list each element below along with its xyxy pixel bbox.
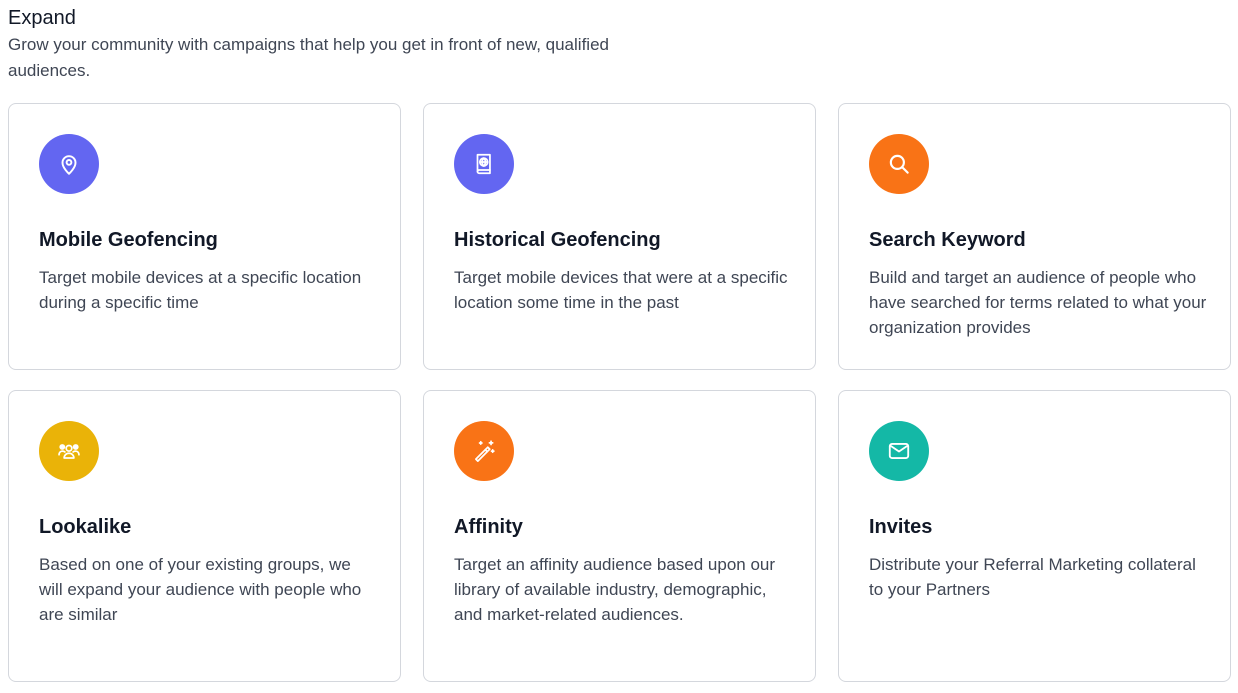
section-header: Expand Grow your community with campaign… bbox=[8, 4, 648, 84]
card-description: Build and target an audience of people w… bbox=[869, 268, 1207, 337]
card-description: Distribute your Referral Marketing colla… bbox=[869, 555, 1196, 599]
section-title: Expand bbox=[8, 7, 76, 29]
card-title: Search Keyword bbox=[869, 229, 1026, 251]
magic-wand-icon bbox=[454, 421, 514, 481]
envelope-icon bbox=[869, 421, 929, 481]
campaign-card-historical-geofencing[interactable]: Historical Geofencing Target mobile devi… bbox=[423, 103, 816, 370]
card-title: Historical Geofencing bbox=[454, 229, 661, 251]
campaign-card-mobile-geofencing[interactable]: Mobile Geofencing Target mobile devices … bbox=[8, 103, 401, 370]
campaign-card-lookalike[interactable]: Lookalike Based on one of your existing … bbox=[8, 390, 401, 682]
users-group-icon bbox=[39, 421, 99, 481]
card-title: Affinity bbox=[454, 516, 523, 538]
card-description: Target an affinity audience based upon o… bbox=[454, 555, 776, 624]
campaign-card-invites[interactable]: Invites Distribute your Referral Marketi… bbox=[838, 390, 1231, 682]
section-subtitle: Grow your community with campaigns that … bbox=[8, 35, 609, 80]
card-description: Based on one of your existing groups, we… bbox=[39, 555, 362, 624]
card-title: Mobile Geofencing bbox=[39, 229, 218, 251]
card-title: Invites bbox=[869, 516, 933, 538]
search-icon bbox=[869, 134, 929, 194]
card-description: Target mobile devices that were at a spe… bbox=[454, 268, 788, 312]
campaign-card-affinity[interactable]: Affinity Target an affinity audience bas… bbox=[423, 390, 816, 682]
location-pin-icon bbox=[39, 134, 99, 194]
card-description: Target mobile devices at a specific loca… bbox=[39, 268, 362, 312]
campaign-card-search-keyword[interactable]: Search Keyword Build and target an audie… bbox=[838, 103, 1231, 370]
card-title: Lookalike bbox=[39, 516, 132, 538]
globe-book-icon bbox=[454, 134, 514, 194]
